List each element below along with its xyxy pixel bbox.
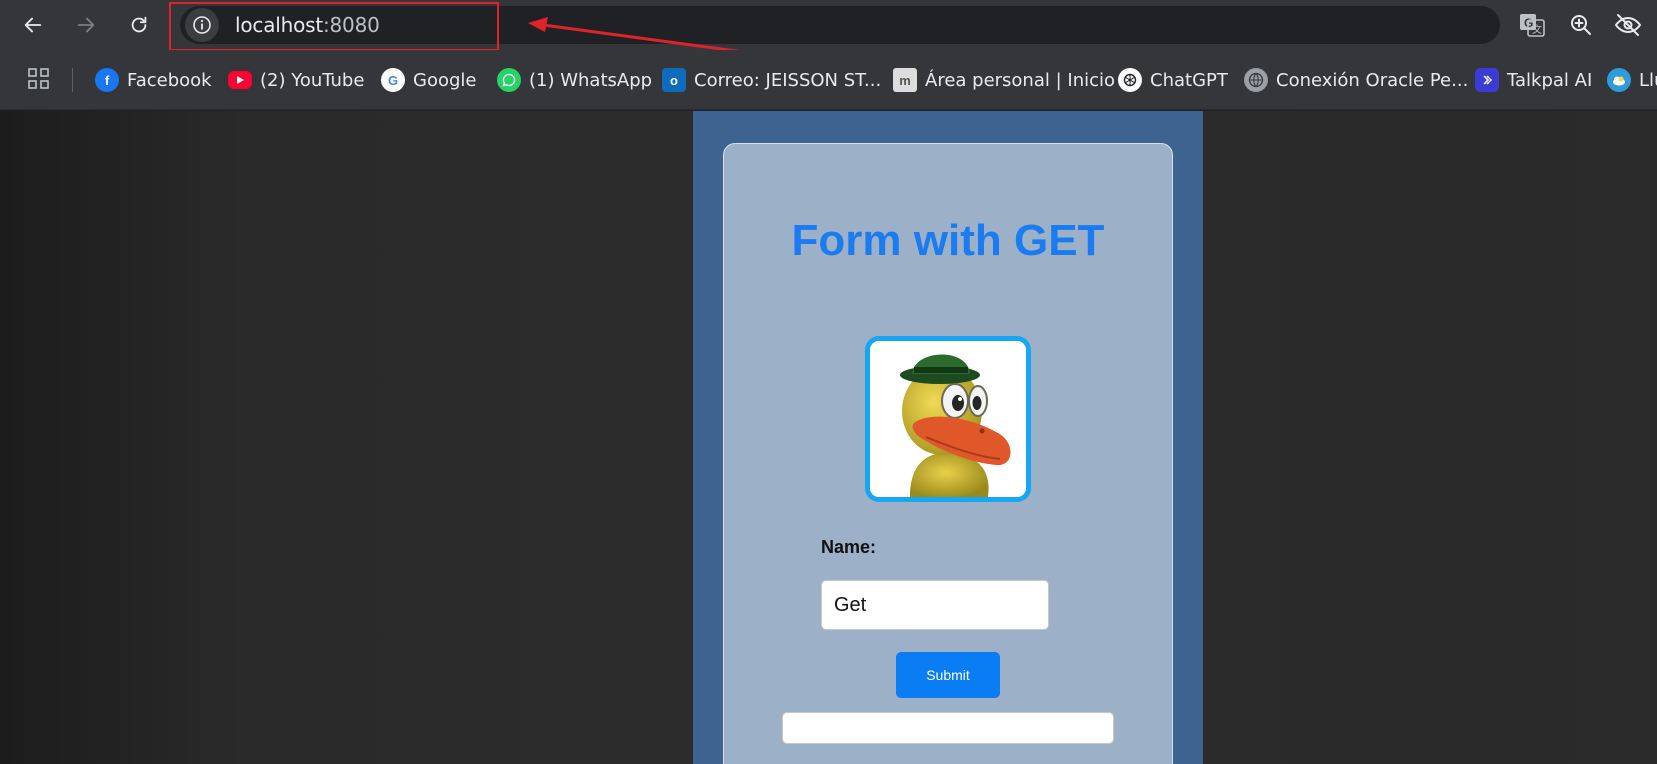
bookmark-label: ChatGPT bbox=[1150, 69, 1228, 91]
duck-image bbox=[865, 336, 1031, 502]
bookmark-label: Google bbox=[413, 69, 477, 91]
page-viewport: Form with GET Name: Get Submit bbox=[0, 111, 1657, 764]
eye-off-icon[interactable] bbox=[1612, 9, 1644, 41]
outlook-icon: o bbox=[662, 68, 686, 92]
page-column: Form with GET Name: Get Submit bbox=[693, 111, 1203, 764]
bookmark-label: Correo: JEISSON ST... bbox=[694, 69, 882, 91]
forward-arrow-icon[interactable] bbox=[69, 8, 103, 42]
bookmark-outlook[interactable]: o Correo: JEISSON ST... bbox=[662, 67, 881, 93]
bookmark-label: Facebook bbox=[127, 69, 212, 91]
bookmark-label: Área personal | Inicio bbox=[925, 69, 1116, 91]
weather-icon bbox=[1607, 68, 1631, 92]
bookmark-talkpal[interactable]: Talkpal AI bbox=[1475, 67, 1592, 93]
bookmark-weather[interactable]: Llu bbox=[1607, 67, 1657, 93]
bookmark-label: Conexión Oracle Pe... bbox=[1276, 69, 1469, 91]
annotation-highlight-box bbox=[169, 2, 499, 51]
bookmark-youtube[interactable]: (2) YouTube bbox=[228, 67, 364, 93]
bookmark-label: (2) YouTube bbox=[260, 69, 365, 91]
google-icon: G bbox=[381, 68, 405, 92]
bookmarks-separator bbox=[72, 68, 73, 92]
result-output[interactable] bbox=[782, 712, 1114, 744]
bookmark-label: Llu bbox=[1639, 69, 1657, 91]
svg-text:文: 文 bbox=[1532, 23, 1542, 36]
talkpal-icon bbox=[1475, 68, 1499, 92]
form-title: Form with GET bbox=[791, 216, 1105, 265]
bookmark-google[interactable]: G Google bbox=[381, 67, 476, 93]
form-card: Form with GET Name: Get Submit bbox=[723, 143, 1173, 764]
bookmark-facebook[interactable]: f Facebook bbox=[95, 67, 212, 93]
submit-button[interactable]: Submit bbox=[896, 652, 1000, 698]
bookmark-label: (1) WhatsApp bbox=[529, 69, 653, 91]
bookmark-whatsapp[interactable]: (1) WhatsApp bbox=[497, 67, 652, 93]
moodle-icon: m bbox=[893, 68, 917, 92]
reload-icon[interactable] bbox=[122, 8, 156, 42]
youtube-icon bbox=[228, 71, 252, 89]
bookmarks-bar: f Facebook (2) YouTube G Google (1) What… bbox=[0, 50, 1657, 110]
bookmark-oracle[interactable]: Conexión Oracle Pe... bbox=[1244, 67, 1468, 93]
bookmark-chatgpt[interactable]: ChatGPT bbox=[1118, 67, 1228, 93]
bookmark-area-personal[interactable]: m Área personal | Inicio bbox=[893, 67, 1115, 93]
bookmark-label: Talkpal AI bbox=[1507, 69, 1593, 91]
facebook-icon: f bbox=[95, 68, 119, 92]
name-label: Name: bbox=[821, 537, 877, 557]
back-arrow-icon[interactable] bbox=[16, 8, 50, 42]
globe-icon bbox=[1244, 68, 1268, 92]
translate-icon[interactable]: G文 bbox=[1516, 9, 1548, 41]
apps-grid-icon[interactable] bbox=[28, 68, 50, 95]
name-input[interactable] bbox=[821, 580, 1049, 630]
zoom-in-icon[interactable] bbox=[1565, 9, 1597, 41]
whatsapp-icon bbox=[497, 68, 521, 92]
duck-illustration bbox=[870, 341, 1026, 497]
chatgpt-icon bbox=[1118, 68, 1142, 92]
